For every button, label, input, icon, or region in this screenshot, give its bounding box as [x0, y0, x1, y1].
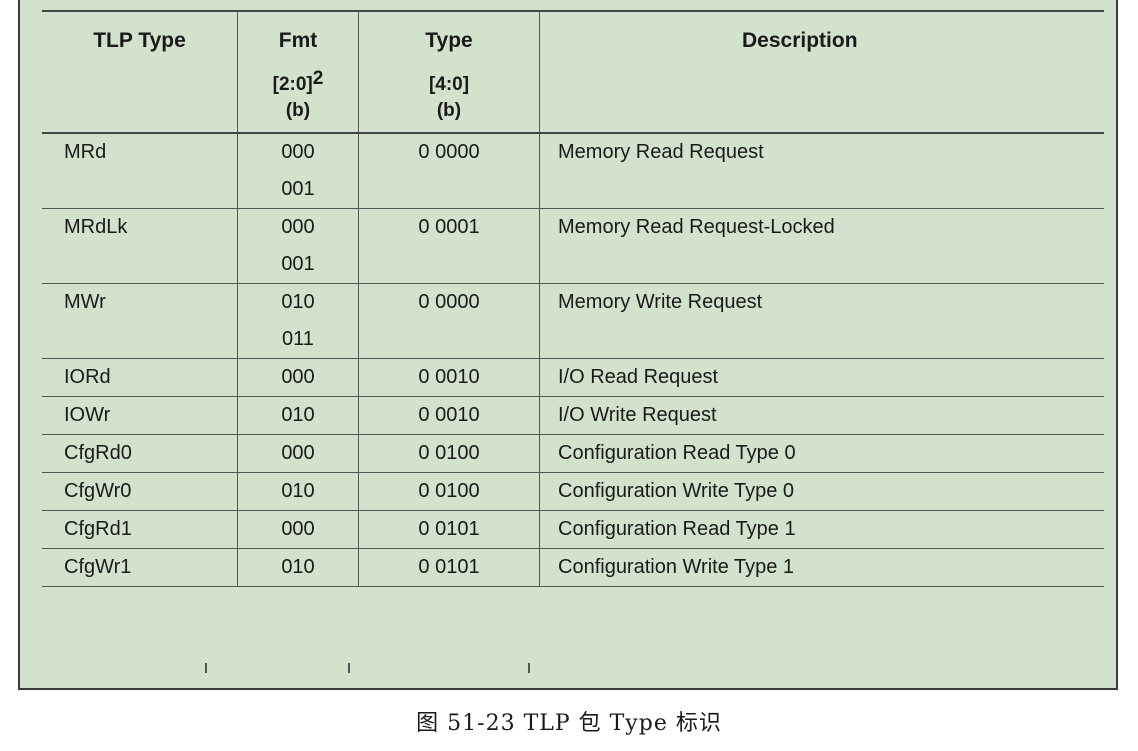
cell-tlp-type: IOWr — [64, 404, 111, 426]
cell-description: Memory Read Request — [539, 133, 1104, 209]
figure-caption: 图 51-23 TLP 包 Type 标识 — [416, 711, 722, 736]
cell-fmt-value: 010 — [281, 556, 315, 578]
header-type: Type [4:0] (b) — [358, 11, 540, 133]
document-figure-panel: TLP Type Fmt [2:0]2 (b) Type [4:0] (b) D… — [18, 0, 1118, 690]
cell-fmt-value: 011 — [282, 328, 314, 350]
cell-description: Memory Read Request-Locked — [539, 208, 1104, 284]
cell-type-bits: 0 0101 — [358, 510, 540, 549]
cell-description: Memory Write Request — [539, 283, 1104, 359]
cell-fmt: 000 — [237, 510, 359, 549]
table-row: MRdLk 000 001 0 0001 Memory Read Request-Loc… — [42, 208, 1104, 284]
cell-fmt: 000 001 — [237, 133, 359, 209]
cell-fmt-value: 010 — [281, 291, 315, 313]
header-fmt-footnote: 2 — [312, 68, 324, 89]
table-row: CfgWr0 010 0 0100 Configuration Write Type … — [42, 472, 1104, 511]
cell-fmt: 000 — [237, 434, 359, 473]
cell-tlp-type: CfgWr1 — [64, 556, 132, 578]
cell-type-bits: 0 0001 — [358, 208, 540, 284]
column-rule-stub — [205, 663, 207, 673]
cell-fmt: 000 — [237, 358, 359, 397]
header-description: Description — [539, 11, 1104, 133]
cell-fmt-value: 000 — [281, 442, 315, 464]
cell-type-bits: 0 0101 — [358, 548, 540, 587]
cell-fmt: 010 011 — [237, 283, 359, 359]
column-rule-stub — [348, 663, 350, 673]
table-row: MWr 010 011 0 0000 Memory Write Request — [42, 283, 1104, 359]
cell-type-bits: 0 0010 — [358, 358, 540, 397]
table-row: IORd 000 0 0010 I/O Read Request — [42, 358, 1104, 397]
cell-description: Configuration Write Type 1 — [539, 548, 1104, 587]
cell-fmt: 010 — [237, 548, 359, 587]
cell-fmt-value: 010 — [281, 480, 315, 502]
cell-tlp-type: MWr — [64, 291, 106, 313]
cell-fmt-value: 000 — [281, 366, 315, 388]
table-header: TLP Type Fmt [2:0]2 (b) Type [4:0] (b) D… — [42, 11, 1104, 133]
cell-description: Configuration Read Type 0 — [539, 434, 1104, 473]
cell-tlp-type: CfgRd1 — [64, 518, 132, 540]
cell-type-bits: 0 0000 — [358, 283, 540, 359]
table-body: MRd 000 001 0 0000 Memory Read Request MRdLk 0… — [42, 133, 1104, 587]
header-tlp-type: TLP Type — [42, 11, 238, 133]
header-tlp-type-label: TLP Type — [93, 29, 186, 52]
cell-tlp-type: CfgRd0 — [64, 442, 132, 464]
cell-description: I/O Read Request — [539, 358, 1104, 397]
table-row: CfgWr1 010 0 0101 Configuration Write Type … — [42, 548, 1104, 587]
table-row: CfgRd1 000 0 0101 Configuration Read Type 1 — [42, 510, 1104, 549]
cell-tlp-type: CfgWr0 — [64, 480, 132, 502]
header-fmt-bits: [2:0] — [272, 74, 313, 95]
tlp-type-table-wrap: TLP Type Fmt [2:0]2 (b) Type [4:0] (b) D… — [42, 10, 1104, 587]
header-description-label: Description — [742, 29, 858, 52]
cell-fmt-value: 010 — [281, 404, 315, 426]
cell-description: Configuration Read Type 1 — [539, 510, 1104, 549]
tlp-type-table: TLP Type Fmt [2:0]2 (b) Type [4:0] (b) D… — [42, 10, 1104, 587]
cell-type-bits: 0 0100 — [358, 434, 540, 473]
header-type-unit: (b) — [436, 100, 462, 121]
cell-fmt-value: 000 — [281, 141, 315, 163]
cell-fmt-value: 001 — [281, 178, 315, 200]
cell-type-bits: 0 0100 — [358, 472, 540, 511]
table-row: CfgRd0 000 0 0100 Configuration Read Type 0 — [42, 434, 1104, 473]
cell-fmt: 010 — [237, 396, 359, 435]
header-fmt-label: Fmt — [278, 29, 318, 52]
cell-fmt: 010 — [237, 472, 359, 511]
cell-tlp-type: IORd — [64, 366, 111, 388]
cell-fmt-value: 000 — [281, 216, 315, 238]
header-fmt: Fmt [2:0]2 (b) — [237, 11, 359, 133]
header-fmt-unit: (b) — [285, 100, 311, 121]
header-type-bits: [4:0] — [428, 74, 470, 95]
cell-tlp-type: MRd — [64, 141, 107, 163]
table-row: MRd 000 001 0 0000 Memory Read Request — [42, 133, 1104, 209]
cell-tlp-type: MRdLk — [64, 216, 128, 238]
cell-type-bits: 0 0000 — [358, 133, 540, 209]
header-fmt-bits-line: [2:0]2 — [244, 69, 352, 98]
table-row: IOWr 010 0 0010 I/O Write Request — [42, 396, 1104, 435]
cell-fmt-value: 000 — [281, 518, 315, 540]
cell-description: Configuration Write Type 0 — [539, 472, 1104, 511]
cell-description: I/O Write Request — [539, 396, 1104, 435]
cell-type-bits: 0 0010 — [358, 396, 540, 435]
cell-fmt: 000 001 — [237, 208, 359, 284]
table-header-row: TLP Type Fmt [2:0]2 (b) Type [4:0] (b) D… — [42, 11, 1104, 133]
header-type-label: Type — [425, 29, 473, 52]
column-rule-stub — [528, 663, 530, 673]
cell-fmt-value: 001 — [281, 253, 315, 275]
